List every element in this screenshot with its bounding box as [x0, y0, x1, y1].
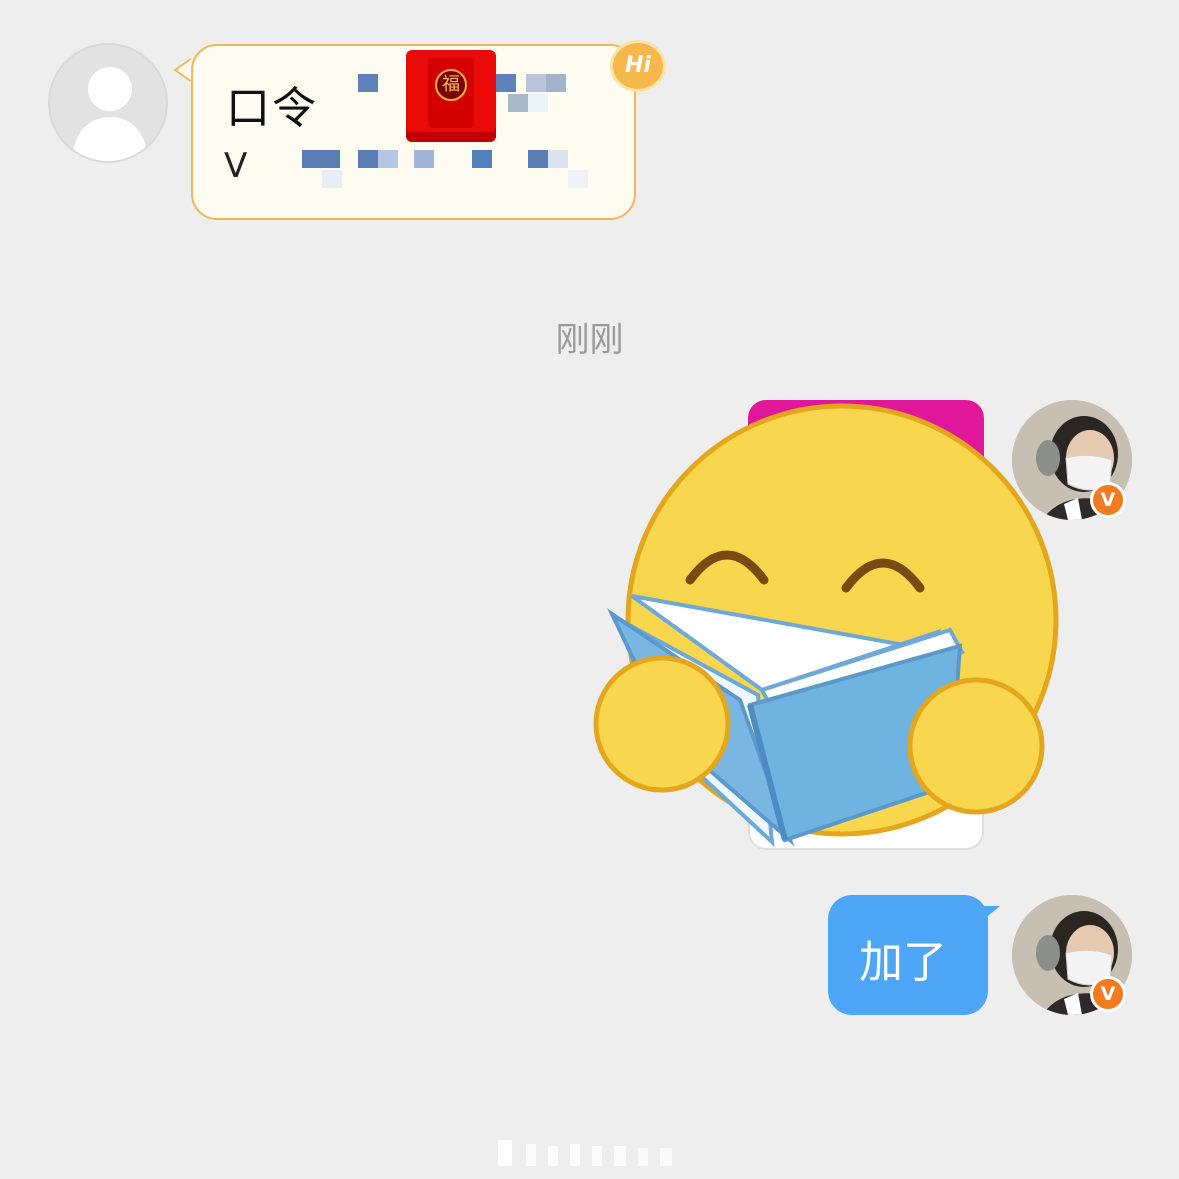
emoji-right-hand [907, 677, 1045, 815]
mosaic-block [528, 94, 548, 112]
mosaic-block [322, 170, 342, 188]
emoji-left-hand [593, 655, 731, 793]
mosaic-block [496, 74, 516, 92]
contact-avatar[interactable] [48, 43, 168, 163]
mosaic-block [508, 94, 528, 112]
mosaic-block [548, 150, 568, 168]
default-avatar-icon [72, 67, 148, 161]
red-packet-seal: 福 [435, 69, 467, 101]
watermark-bars [498, 1140, 672, 1166]
red-packet-icon[interactable]: 福 [406, 50, 496, 142]
mosaic-block [568, 170, 588, 188]
mosaic-block [526, 74, 546, 92]
incoming-message-line2: V [224, 146, 248, 186]
verified-badge-icon: V [1090, 976, 1126, 1012]
hi-badge-icon[interactable]: Hi [610, 40, 666, 92]
incoming-message-line1: 口令 [226, 83, 318, 134]
message-timestamp: 刚刚 [555, 320, 624, 360]
mosaic-block [358, 74, 378, 92]
mosaic-block [528, 150, 548, 168]
mosaic-block [546, 74, 566, 92]
mosaic-block [472, 150, 492, 168]
mosaic-block [358, 150, 378, 168]
reading-book-emoji-sticker[interactable] [590, 400, 1060, 850]
outgoing-message-text: 加了 [859, 937, 947, 988]
verified-badge-icon: V [1090, 482, 1126, 518]
mosaic-block [378, 150, 398, 168]
mosaic-block [414, 150, 434, 168]
outgoing-bubble-tail [978, 906, 1000, 924]
mosaic-block [302, 150, 340, 168]
